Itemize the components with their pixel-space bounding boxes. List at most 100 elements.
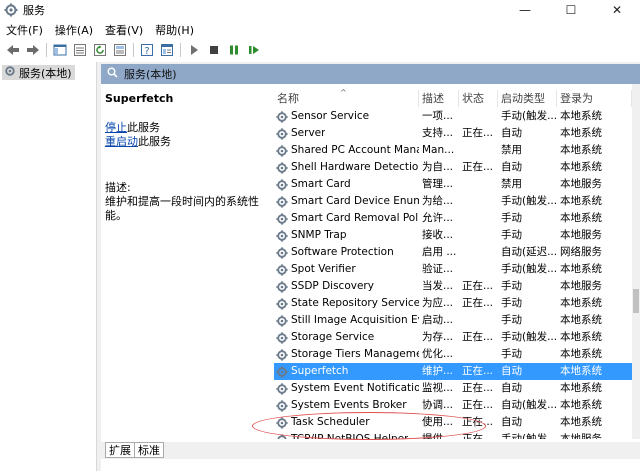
column-header-startup-type[interactable]: 启动类型 xyxy=(498,90,557,107)
selected-service-name: Superfetch xyxy=(105,92,174,105)
tab-standard[interactable]: 标准 xyxy=(134,442,164,458)
service-description-cell: 允许... xyxy=(422,212,454,224)
table-row[interactable]: Software Protection 启用 ... 自动(延迟... 网络服务 xyxy=(274,244,632,261)
service-name: Server xyxy=(291,127,326,139)
service-startup-cell: 手动(触发... xyxy=(501,110,557,122)
service-name: SSDP Discovery xyxy=(291,280,374,292)
service-name: System Events Broker xyxy=(291,399,407,411)
menu-help[interactable]: 帮助(H) xyxy=(149,22,200,40)
service-gear-icon xyxy=(276,314,288,327)
stop-service-icon[interactable] xyxy=(207,43,221,57)
service-name: SNMP Trap xyxy=(291,229,347,241)
menu-view[interactable]: 查看(V) xyxy=(99,22,149,40)
service-status-cell: 正在... xyxy=(462,280,494,292)
service-startup-cell: 手动 xyxy=(501,297,522,309)
service-description-cell: 为应... xyxy=(422,297,454,309)
service-name-cell: Sensor Service xyxy=(274,108,419,125)
service-logon-cell: 本地系统 xyxy=(560,127,602,139)
service-name: Superfetch xyxy=(291,365,349,377)
service-status-cell xyxy=(459,261,498,278)
service-name-cell: Shell Hardware Detection xyxy=(274,159,419,176)
service-description-cell: 支持... xyxy=(422,127,454,139)
tab-extended[interactable]: 扩展 xyxy=(105,442,135,458)
description-label: 描述: xyxy=(105,181,131,194)
service-logon-cell: 本地系统 xyxy=(560,195,602,207)
scrollbar-thumb[interactable] xyxy=(633,289,639,313)
minimize-button[interactable]: — xyxy=(502,0,548,19)
close-button[interactable]: ✕ xyxy=(594,0,640,19)
service-startup-cell: 禁用 xyxy=(501,144,522,156)
column-header-log-on-as[interactable]: 登录为 xyxy=(557,90,632,107)
service-name-cell: SNMP Trap xyxy=(274,227,419,244)
back-arrow-icon[interactable] xyxy=(6,43,20,57)
service-gear-icon xyxy=(276,280,288,293)
vertical-scrollbar[interactable] xyxy=(632,84,640,439)
menu-action[interactable]: 操作(A) xyxy=(49,22,99,40)
service-name-cell: Smart Card Device Enumer... xyxy=(274,193,419,210)
service-logon-cell: 本地系统 xyxy=(560,297,602,309)
service-startup-cell: 自动 xyxy=(501,416,522,428)
service-rows: Sensor Service 一项... 手动(触发... 本地系统 Server 支持.… xyxy=(274,108,632,439)
restart-service-link[interactable]: 重启动 xyxy=(105,135,138,148)
restart-service-icon[interactable] xyxy=(247,43,261,57)
table-row[interactable]: Spot Verifier 验证... 手动(触发... 本地系统 xyxy=(274,261,632,278)
table-row[interactable]: Storage Service 为存... 正在... 手动(触发... 本地系统 xyxy=(274,329,632,346)
table-row[interactable]: System Events Broker 协调... 正在... 自动(触发... 本地… xyxy=(274,397,632,414)
view-tabs: 扩展 标准 xyxy=(101,442,640,459)
sort-up-icon: ^ xyxy=(340,88,347,97)
column-header-status[interactable]: 状态 xyxy=(459,90,498,107)
start-service-icon[interactable] xyxy=(187,43,201,57)
panel-header: 服务(本地) xyxy=(101,64,640,84)
service-logon-cell: 本地服务 xyxy=(560,178,602,190)
table-row[interactable]: Storage Tiers Management 优化... 手动 本地系统 xyxy=(274,346,632,363)
console-tree-icon[interactable] xyxy=(53,43,67,57)
restart-action: 重启动此服务 xyxy=(105,135,267,149)
service-logon-cell: 本地系统 xyxy=(560,161,602,173)
export-list-icon[interactable] xyxy=(113,43,127,57)
services-panel: 服务(本地) Superfetch 停止此服务 重启动此服务 描述: 维护和提高… xyxy=(101,64,640,471)
service-description-cell: 当发... xyxy=(422,280,454,292)
service-description-cell: 启用 ... xyxy=(422,246,457,258)
stop-service-link[interactable]: 停止 xyxy=(105,121,127,134)
service-startup-cell: 手动 xyxy=(501,348,522,360)
service-logon-cell: 本地系统 xyxy=(560,348,602,360)
list-view-icon[interactable] xyxy=(73,43,87,57)
forward-arrow-icon[interactable] xyxy=(26,43,40,57)
service-name-cell: Superfetch xyxy=(274,363,419,380)
help-icon[interactable]: ? xyxy=(140,43,154,57)
maximize-button[interactable]: ☐ xyxy=(548,0,594,19)
console-tree: 服务(本地) xyxy=(0,62,97,471)
service-gear-icon xyxy=(276,263,288,276)
table-row[interactable]: Sensor Service 一项... 手动(触发... 本地系统 xyxy=(274,108,632,125)
table-row[interactable]: Smart Card Device Enumer...为给... 手动(触发...… xyxy=(274,193,632,210)
table-row[interactable]: Shared PC Account ManagerMan... 禁用 本地系统 xyxy=(274,142,632,159)
table-row[interactable]: Shell Hardware Detection 为自... 正在... 自动 本地系统 xyxy=(274,159,632,176)
table-row[interactable]: TCP/IP NetBIOS Helper 提供... 正在... 手动(触发... 本… xyxy=(274,431,632,439)
refresh-icon[interactable] xyxy=(93,43,107,57)
table-row[interactable]: System Event Notification ...监视... 正在... 自… xyxy=(274,380,632,397)
service-gear-icon xyxy=(276,416,288,429)
table-row[interactable]: Smart Card 管理... 禁用 本地服务 xyxy=(274,176,632,193)
properties-icon[interactable] xyxy=(160,43,174,57)
service-name: Still Image Acquisition Eve... xyxy=(291,314,419,326)
service-gear-icon xyxy=(276,348,288,361)
table-row[interactable]: Still Image Acquisition Eve...启动... 手动 本地系… xyxy=(274,312,632,329)
table-row[interactable]: SSDP Discovery 当发... 正在... 手动 本地服务 xyxy=(274,278,632,295)
service-logon-cell: 本地系统 xyxy=(560,365,602,377)
table-row[interactable]: Server 支持... 正在... 自动 本地系统 xyxy=(274,125,632,142)
table-row[interactable]: Superfetch 维护... 正在... 自动 本地系统 xyxy=(274,363,632,380)
service-name: State Repository Service xyxy=(291,297,419,309)
service-logon-cell: 本地系统 xyxy=(560,382,602,394)
table-row[interactable]: SNMP Trap 接收... 手动 本地服务 xyxy=(274,227,632,244)
table-row[interactable]: State Repository Service 为应... 正在... 手动 本地系统 xyxy=(274,295,632,312)
table-row[interactable]: Smart Card Removal Policy 允许... 手动 本地系统 xyxy=(274,210,632,227)
pause-service-icon[interactable] xyxy=(227,43,241,57)
tree-item-services-local[interactable]: 服务(本地) xyxy=(2,65,75,80)
table-row[interactable]: Task Scheduler 使用... 正在... 自动 本地系统 xyxy=(274,414,632,431)
service-name-cell: SSDP Discovery xyxy=(274,278,419,295)
column-header-description[interactable]: 描述 xyxy=(419,90,459,107)
menu-file[interactable]: 文件(F) xyxy=(0,22,49,40)
service-description-cell: 使用... xyxy=(422,416,454,428)
service-name: Task Scheduler xyxy=(291,416,370,428)
service-description-cell: 接收... xyxy=(422,229,454,241)
